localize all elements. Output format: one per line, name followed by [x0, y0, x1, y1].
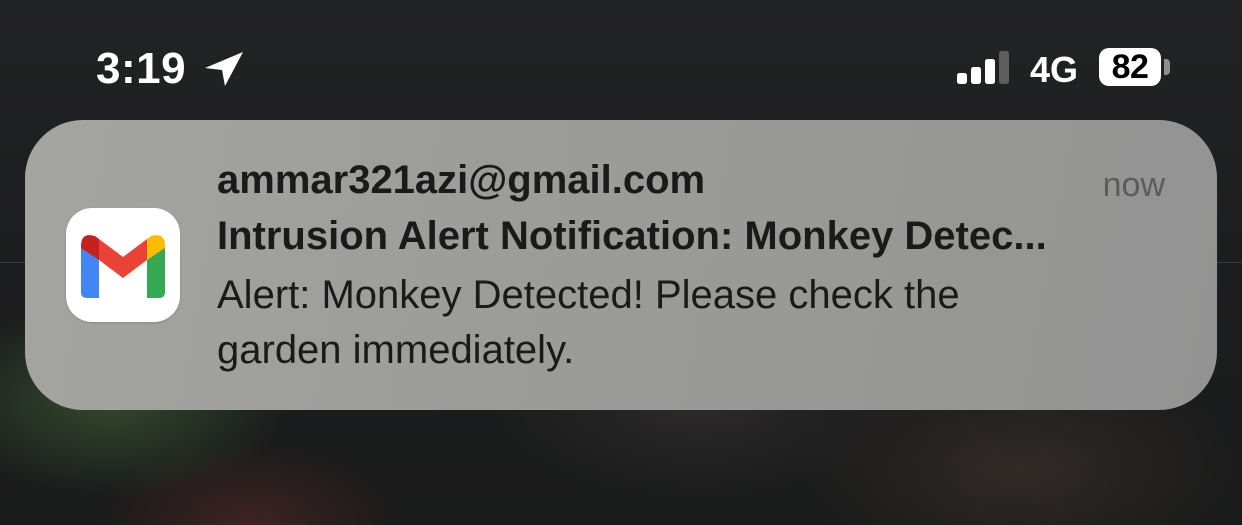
- notification-sender: ammar321azi@gmail.com: [217, 158, 706, 202]
- status-bar: 3:19 4G 82: [0, 0, 1242, 120]
- battery-level-label: 82: [1111, 48, 1149, 86]
- notification-body-line: Alert: Monkey Detected! Please check the: [217, 273, 960, 317]
- notification-body: Alert: Monkey Detected! Please check the…: [217, 268, 1117, 378]
- status-time: 3:19: [96, 44, 187, 93]
- gmail-icon: [66, 208, 180, 322]
- notification-subject: Intrusion Alert Notification: Monkey Det…: [217, 214, 1047, 258]
- battery-cap: [1164, 59, 1170, 75]
- notification-timestamp: now: [1102, 166, 1165, 204]
- notification-body-line: garden immediately.: [217, 328, 575, 372]
- network-type-label: 4G: [1030, 49, 1079, 90]
- gmail-notification-banner[interactable]: ammar321azi@gmail.com now Intrusion Aler…: [25, 120, 1217, 410]
- cellular-signal-icon: [957, 50, 1013, 86]
- location-arrow-icon: [203, 50, 245, 88]
- battery-icon: 82: [1099, 48, 1161, 86]
